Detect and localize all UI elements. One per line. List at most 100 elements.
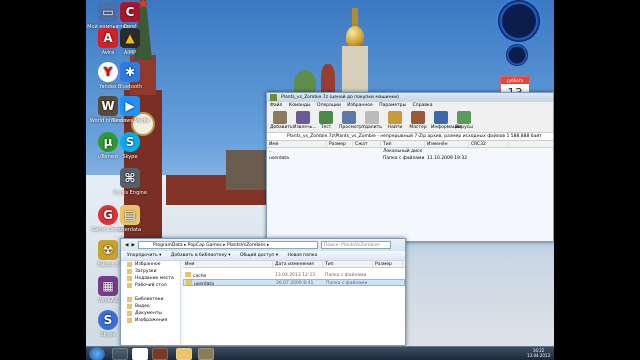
- col-modified[interactable]: Изменён: [425, 141, 469, 147]
- address-bar[interactable]: ProgramData ▸ PopCap Games ▸ PlantsVsZom…: [137, 241, 318, 249]
- nav-item-desktop[interactable]: Рабочий стол: [121, 282, 180, 289]
- test-button[interactable]: Тест: [316, 111, 336, 130]
- col-name[interactable]: Имя: [267, 141, 327, 147]
- folder-icon: [185, 272, 191, 277]
- taskbar-item-explorer[interactable]: [176, 348, 192, 360]
- list-item-selected[interactable]: userdata 26.07.2009 8:41 Папка с файлами: [183, 279, 405, 286]
- cell-name: userdata: [184, 280, 274, 285]
- nav-item-recent[interactable]: Недавние места: [121, 275, 180, 282]
- desktop-icon-label: userdata: [118, 227, 142, 233]
- delete-button[interactable]: Удалить: [362, 111, 382, 130]
- back-icon[interactable]: ◀: [125, 243, 128, 248]
- cell-packed: [353, 148, 381, 155]
- wizard-button[interactable]: Мастер: [408, 111, 428, 130]
- forward-icon[interactable]: ▶: [131, 243, 134, 248]
- toolbar-label: Найти: [387, 125, 403, 130]
- new-folder-button[interactable]: Новая папка: [287, 253, 317, 258]
- archive-window[interactable]: Plants_vs_Zombie.7z (ценой до покупки ма…: [266, 92, 554, 242]
- view-button[interactable]: Просмотр: [339, 111, 362, 130]
- nav-label: Рабочий стол: [135, 283, 167, 288]
- menu-file[interactable]: Файл: [270, 103, 282, 108]
- library-icon: [127, 297, 132, 302]
- desktop-icon-skype[interactable]: S Skype: [108, 132, 152, 160]
- calendar-month: суббота: [501, 77, 529, 84]
- table-row[interactable]: .. Локальный диск: [267, 148, 553, 155]
- taskbar-item-archive[interactable]: [198, 348, 214, 360]
- col-type[interactable]: Тип: [381, 141, 425, 147]
- nav-label: Изображения: [135, 318, 168, 323]
- desktop-icon-label: Windows Media: [110, 118, 150, 124]
- desktop-icon-label: Skype: [100, 332, 116, 338]
- toolbar-label: Извлечь...: [293, 125, 317, 130]
- cell-modified: 11.10.2009 19:32: [427, 156, 468, 161]
- archive-title-bar[interactable]: Plants_vs_Zombie.7z (ценой до покупки ма…: [267, 93, 553, 102]
- info-icon: [434, 111, 448, 124]
- aimp-icon: ▲: [120, 28, 140, 48]
- desktop-icon-label: WinRAR: [98, 298, 118, 304]
- wizard-icon: [411, 111, 425, 124]
- menu-help[interactable]: Справка: [413, 103, 433, 108]
- desktop: ★ ▭ Мой компьютер C Corel A Avira ▲ AIMP Y Ya…: [86, 0, 554, 360]
- cell-name: cache: [183, 272, 273, 279]
- list-item[interactable]: cache 13.04.2013 12:13 Папка с файлами: [183, 272, 405, 279]
- bluetooth-icon: ✱: [120, 62, 140, 82]
- archive-path[interactable]: Plants_vs_Zombie.7z\Plants_vs_Zombie - н…: [267, 133, 553, 141]
- desktop-icon-label: Fallout 3: [97, 262, 119, 268]
- col-crc[interactable]: CRC32: [469, 141, 509, 147]
- desktop-icon-bluetooth[interactable]: ✱ Bluetooth: [108, 62, 152, 90]
- folder-icon: ▤: [120, 205, 140, 225]
- desktop-icon-aimp[interactable]: ▲ AIMP: [108, 28, 152, 56]
- clock-gadget[interactable]: [498, 0, 540, 42]
- taskbar-item-media[interactable]: [152, 348, 168, 360]
- add-button[interactable]: Добавить: [270, 111, 293, 130]
- menu-operations[interactable]: Операции: [317, 103, 341, 108]
- desktop-icon: [127, 283, 132, 288]
- virus-button[interactable]: Вирусы: [454, 111, 474, 130]
- nav-item-documents[interactable]: Документы: [121, 310, 180, 317]
- wallpaper-trees: [226, 150, 266, 190]
- desktop-icon-media[interactable]: ▶ Windows Media: [108, 96, 152, 124]
- menu-favorites[interactable]: Избранное: [347, 103, 373, 108]
- add-to-library-button[interactable]: Добавить в библиотеку ▾: [171, 253, 231, 258]
- explorer-command-bar: Упорядочить ▾ Добавить в библиотеку ▾ Об…: [121, 251, 405, 261]
- menu-options[interactable]: Параметры: [379, 103, 406, 108]
- organize-button[interactable]: Упорядочить ▾: [127, 253, 161, 258]
- nav-item-favorites[interactable]: Избранное: [121, 261, 180, 268]
- col-modified[interactable]: Дата изменения: [273, 261, 323, 267]
- nav-item-video[interactable]: Видео: [121, 303, 180, 310]
- nav-item-downloads[interactable]: Загрузки: [121, 268, 180, 275]
- col-name[interactable]: Имя: [183, 261, 273, 267]
- cell-size: [327, 155, 353, 162]
- taskbar-item-tanks[interactable]: [112, 348, 128, 360]
- col-type[interactable]: Тип: [323, 261, 373, 267]
- find-button[interactable]: Найти: [385, 111, 405, 130]
- nav-item-libraries[interactable]: Библиотеки: [121, 296, 180, 303]
- wallpaper-belltower: [342, 46, 368, 92]
- desktop-icon-corel[interactable]: C Corel: [108, 2, 152, 30]
- info-button[interactable]: Информация: [431, 111, 462, 130]
- folder-icon: [127, 269, 132, 274]
- share-button[interactable]: Общий доступ ▾: [240, 253, 278, 258]
- explorer-window[interactable]: ◀ ▶ ProgramData ▸ PopCap Games ▸ PlantsV…: [120, 238, 406, 346]
- search-input[interactable]: Поиск: PlantsVsZombies: [320, 241, 391, 249]
- taskbar-item-yandex[interactable]: [132, 348, 148, 360]
- system-clock[interactable]: 16:22 13.04.2013: [527, 348, 550, 358]
- col-packed[interactable]: Сжат: [353, 141, 381, 147]
- table-row[interactable]: userdata Папка с файлами 11.10.2009 19:3…: [267, 155, 553, 162]
- col-size[interactable]: Размер: [373, 261, 403, 267]
- delete-icon: [365, 111, 379, 124]
- nav-label: Недавние места: [135, 276, 174, 281]
- desktop-icon-crysis[interactable]: ⌘ Crysis Engine: [108, 168, 152, 196]
- extract-icon: [296, 111, 310, 124]
- nav-label: Видео: [135, 304, 150, 309]
- start-button[interactable]: [89, 347, 105, 360]
- nav-item-pictures[interactable]: Изображения: [121, 317, 180, 324]
- extract-button[interactable]: Извлечь...: [293, 111, 317, 130]
- menu-commands[interactable]: Команды: [289, 103, 311, 108]
- explorer-list-header: Имя Дата изменения Тип Размер: [183, 261, 405, 268]
- explorer-file-list: Имя Дата изменения Тип Размер cache 13.0…: [183, 261, 405, 345]
- cpu-gadget[interactable]: [506, 44, 528, 66]
- desktop-icon-userdata[interactable]: ▤ userdata: [108, 205, 152, 233]
- col-size[interactable]: Размер: [327, 141, 353, 147]
